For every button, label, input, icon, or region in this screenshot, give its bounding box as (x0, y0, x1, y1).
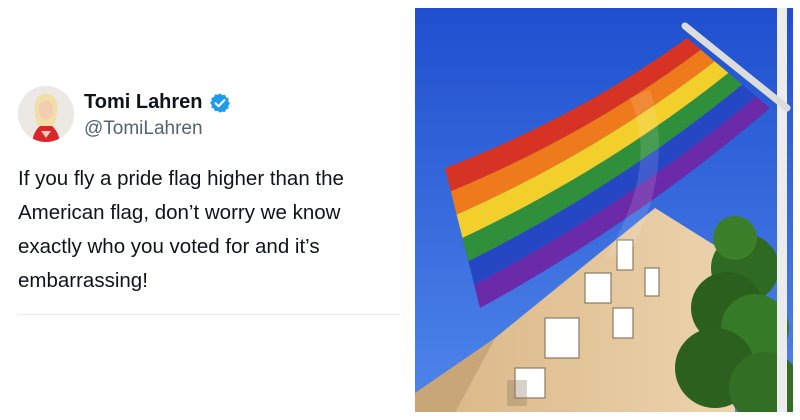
display-name-row: Tomi Lahren (84, 91, 231, 114)
display-name[interactable]: Tomi Lahren (84, 91, 203, 114)
divider (18, 314, 400, 315)
flagpole-vertical (777, 8, 787, 412)
tweet-text: If you fly a pride flag higher than the … (18, 167, 344, 292)
user-handle[interactable]: @TomiLahren (84, 118, 203, 140)
tweet-card: Tomi Lahren @TomiLahren If you fly a pri… (0, 0, 408, 420)
rainbow-flag-photo (415, 8, 793, 412)
verified-badge-icon (209, 92, 231, 114)
user-avatar[interactable] (18, 86, 74, 142)
avatar-portrait-icon (18, 86, 74, 142)
